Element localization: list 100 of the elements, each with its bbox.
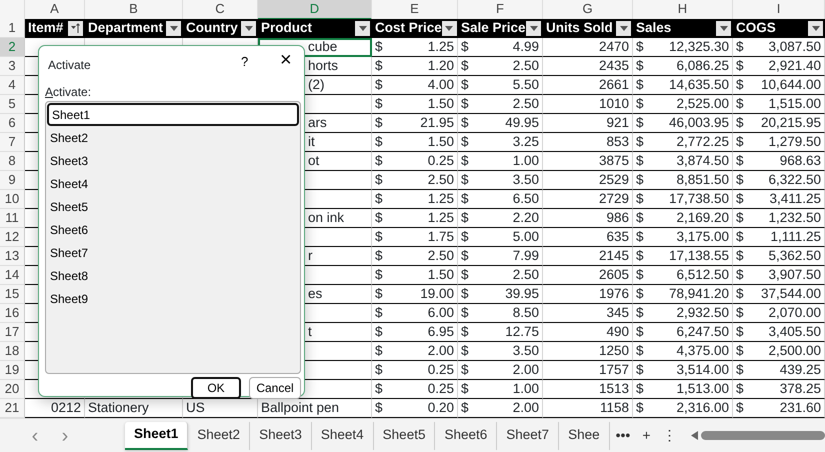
amount-text: 3.50	[512, 171, 539, 189]
sheet-tab[interactable]: Sheet5	[374, 422, 436, 450]
amount-text: 1.50	[428, 95, 454, 113]
currency-sign: $	[636, 247, 644, 265]
row-header[interactable]: 18	[0, 342, 25, 361]
column-header[interactable]: F	[458, 0, 543, 20]
row-header[interactable]: 21	[0, 399, 25, 418]
amount-text: 2,316.00	[676, 399, 729, 417]
list-item[interactable]: Sheet1	[47, 103, 299, 126]
currency-sign: $	[461, 399, 469, 417]
row-header[interactable]: 6	[0, 114, 25, 133]
cancel-button[interactable]: Cancel	[249, 377, 301, 399]
currency-sign: $	[736, 95, 744, 113]
row-header[interactable]: 19	[0, 361, 25, 380]
currency-sign: $	[736, 190, 744, 208]
currency-sign: $	[461, 95, 469, 113]
options-button[interactable]: ⋮	[656, 425, 682, 446]
row-header[interactable]: 20	[0, 380, 25, 399]
amount-text: 1.75	[428, 228, 454, 246]
add-sheet-button[interactable]: +	[636, 425, 656, 446]
currency-sign: $	[461, 304, 469, 322]
row-header[interactable]: 7	[0, 133, 25, 152]
row-header[interactable]: 1	[0, 19, 25, 38]
currency-sign: $	[636, 323, 644, 341]
currency-sign: $	[636, 228, 644, 246]
row-header[interactable]: 13	[0, 247, 25, 266]
amount-text: 19.00	[420, 285, 454, 303]
amount-text: 6.95	[428, 323, 454, 341]
row-header[interactable]: 3	[0, 57, 25, 76]
currency-sign: $	[736, 285, 744, 303]
row-header[interactable]: 8	[0, 152, 25, 171]
amount-text: 2.50	[428, 171, 454, 189]
currency-sign: $	[375, 380, 383, 398]
amount-text: 8,851.50	[676, 171, 729, 189]
currency-sign: $	[375, 38, 383, 56]
amount-text: 1.50	[428, 266, 454, 284]
currency-sign: $	[375, 76, 383, 94]
sheet-tab[interactable]: Shee	[559, 422, 610, 450]
table-cell: 921	[543, 114, 633, 133]
sheet-tab[interactable]: Sheet2	[188, 422, 250, 450]
sheet-tab[interactable]: Sheet1	[125, 422, 188, 450]
table-cell: 490	[543, 323, 633, 342]
sheet-tab[interactable]: Sheet6	[435, 422, 498, 450]
column-header[interactable]: B	[85, 0, 183, 20]
amount-text: 4.99	[512, 38, 539, 56]
amount-text: 14,635.50	[668, 76, 729, 94]
currency-sign: $	[461, 228, 469, 246]
amount-text: 2,772.25	[676, 133, 729, 151]
row-header[interactable]: 9	[0, 171, 25, 190]
amount-text: 49.95	[505, 114, 539, 132]
sheet-tab[interactable]: Sheet4	[312, 422, 374, 450]
header-label: Sales	[636, 19, 672, 38]
amount-text: 6,322.50	[768, 171, 821, 189]
row-header[interactable]: 17	[0, 323, 25, 342]
row-header[interactable]: 15	[0, 285, 25, 304]
ok-button[interactable]: OK	[191, 377, 241, 399]
more-button[interactable]: •••	[610, 425, 636, 446]
column-header[interactable]: I	[733, 0, 825, 20]
currency-sign: $	[375, 133, 383, 151]
column-header[interactable]: G	[543, 0, 633, 20]
currency-sign: $	[736, 228, 744, 246]
currency-sign: $	[736, 38, 744, 56]
currency-sign: $	[375, 228, 383, 246]
row-header[interactable]: 11	[0, 209, 25, 228]
row-header[interactable]: 5	[0, 95, 25, 114]
amount-text: 46,003.95	[668, 114, 729, 132]
currency-sign: $	[461, 285, 469, 303]
currency-sign: $	[375, 266, 383, 284]
amount-text: 17,738.50	[668, 190, 729, 208]
amount-text: 1.50	[428, 133, 454, 151]
column-header[interactable]: C	[183, 0, 258, 20]
amount-text: 2,932.50	[676, 304, 729, 322]
currency-sign: $	[375, 399, 383, 417]
currency-sign: $	[375, 171, 383, 189]
list-item[interactable]: Sheet8	[47, 264, 299, 287]
row-header[interactable]: 2	[0, 38, 25, 57]
sheet-tab[interactable]: Sheet3	[250, 422, 312, 450]
row-header[interactable]: 4	[0, 76, 25, 95]
sheet-tab[interactable]: Sheet7	[497, 422, 560, 450]
row-header[interactable]: 10	[0, 190, 25, 209]
row-header[interactable]: 14	[0, 266, 25, 285]
amount-text: 2,500.00	[768, 342, 821, 360]
currency-sign: $	[736, 114, 744, 132]
amount-text: 6,086.25	[676, 57, 729, 75]
header-label: Product	[261, 19, 312, 38]
help-button[interactable]: ?	[237, 52, 252, 72]
list-item[interactable]: Sheet4	[47, 172, 299, 195]
column-header[interactable]: A	[25, 0, 85, 20]
currency-sign: $	[461, 323, 469, 341]
currency-sign: $	[461, 76, 469, 94]
row-header[interactable]: 16	[0, 304, 25, 323]
table-cell: 1757	[543, 361, 633, 380]
currency-sign: $	[461, 114, 469, 132]
row-header[interactable]: 12	[0, 228, 25, 247]
currency-sign: $	[375, 152, 383, 170]
column-header[interactable]: H	[633, 0, 733, 20]
amount-text: 10,644.00	[760, 76, 821, 94]
amount-text: 3,175.00	[676, 228, 729, 246]
column-header[interactable]: E	[372, 0, 458, 20]
column-header[interactable]: D	[258, 0, 372, 20]
